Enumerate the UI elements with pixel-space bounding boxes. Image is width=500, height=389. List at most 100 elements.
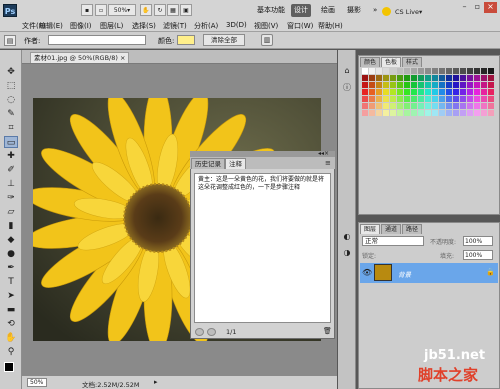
- tab-color[interactable]: 颜色: [360, 57, 381, 67]
- bridge-icon[interactable]: ▪: [81, 4, 93, 16]
- path-selection-tool-icon[interactable]: ➤: [4, 290, 18, 302]
- blend-mode-select[interactable]: 正常: [362, 236, 424, 246]
- layer-thumbnail: [374, 264, 392, 281]
- dodge-tool-icon[interactable]: ●: [4, 248, 18, 260]
- eraser-tool-icon[interactable]: ▱: [4, 206, 18, 218]
- adjustments-icon[interactable]: ◐: [341, 232, 353, 243]
- status-menu-icon[interactable]: ▸: [154, 378, 158, 386]
- 3d-rotate-tool-icon[interactable]: ⟲: [4, 318, 18, 330]
- delete-note-icon[interactable]: 🗑: [323, 327, 332, 335]
- shape-tool-icon[interactable]: ▬: [4, 304, 18, 316]
- author-input[interactable]: [48, 35, 146, 45]
- swatch-grid[interactable]: [362, 68, 496, 128]
- swatch: [439, 75, 445, 81]
- watermark-site: jb51.net: [424, 348, 486, 363]
- tab-channels[interactable]: 通道: [381, 224, 402, 234]
- document-tab[interactable]: 素材01.jpg @ 50%(RGB/8) ×: [30, 52, 130, 63]
- arrange-docs-icon[interactable]: ▦: [167, 4, 179, 16]
- tab-layers[interactable]: 图层: [360, 224, 381, 234]
- gradient-tool-icon[interactable]: ▮: [4, 220, 18, 232]
- workspace-more[interactable]: »: [370, 4, 380, 17]
- swatch: [439, 96, 445, 102]
- swatch: [362, 110, 368, 116]
- close-icon[interactable]: ×: [484, 2, 497, 13]
- notes-tool-icon[interactable]: ▭: [4, 136, 18, 148]
- marquee-tool-icon[interactable]: ⬚: [4, 80, 18, 92]
- swatch: [453, 82, 459, 88]
- screen-mode-icon[interactable]: ▣: [180, 4, 192, 16]
- info-icon[interactable]: ⓘ: [341, 82, 353, 93]
- swatch: [460, 75, 466, 81]
- healing-brush-tool-icon[interactable]: ✚: [4, 150, 18, 162]
- note-color-swatch[interactable]: [177, 35, 195, 45]
- layer-visibility-icon[interactable]: 👁: [362, 268, 372, 277]
- swatch: [467, 89, 473, 95]
- tab-styles[interactable]: 样式: [402, 57, 423, 67]
- type-tool-icon[interactable]: T: [4, 276, 18, 288]
- note-tool-preset-icon[interactable]: ▤: [4, 35, 16, 46]
- menu-layer[interactable]: 图层(L): [100, 21, 123, 31]
- pen-tool-icon[interactable]: ✒: [4, 262, 18, 274]
- swatch: [376, 89, 382, 95]
- swatch: [418, 103, 424, 109]
- next-note-icon[interactable]: [207, 328, 216, 336]
- workspace-essentials[interactable]: 基本功能: [254, 4, 288, 17]
- note-text-area[interactable]: 黄主：这是一朵黄色的花，我们将要做的就是将这朵花调整成红色的，一下是步骤注释: [194, 173, 331, 323]
- menu-window[interactable]: 窗口(W): [287, 21, 313, 31]
- menu-view[interactable]: 视图(V): [254, 21, 278, 31]
- cs-live-button[interactable]: CS Live▾: [395, 8, 422, 16]
- quick-select-tool-icon[interactable]: ✎: [4, 108, 18, 120]
- tab-swatches[interactable]: 色板: [381, 57, 402, 67]
- restore-icon[interactable]: ▫: [471, 2, 484, 13]
- blur-tool-icon[interactable]: ◆: [4, 234, 18, 246]
- workspace-photography[interactable]: 摄影: [344, 4, 364, 17]
- swatch: [411, 110, 417, 116]
- crop-tool-icon[interactable]: ⌗: [4, 122, 18, 134]
- swatch: [474, 103, 480, 109]
- previous-note-icon[interactable]: [195, 328, 204, 336]
- tab-history[interactable]: 历史记录: [191, 158, 225, 169]
- rotate-view-icon[interactable]: ↻: [154, 4, 166, 16]
- document-close-icon[interactable]: ×: [120, 54, 125, 62]
- foreground-color-swatch[interactable]: [4, 362, 14, 372]
- tab-notes[interactable]: 注释: [225, 158, 246, 169]
- lasso-tool-icon[interactable]: ◌: [4, 94, 18, 106]
- notes-panel-menu-icon[interactable]: ≡: [325, 159, 331, 167]
- swatch: [481, 82, 487, 88]
- navigator-icon[interactable]: ⌂: [341, 66, 353, 77]
- swatch: [481, 89, 487, 95]
- show-hide-notes-icon[interactable]: ▥: [261, 34, 273, 46]
- swatch: [362, 68, 368, 74]
- opacity-field[interactable]: 100%: [463, 236, 493, 246]
- fill-field[interactable]: 100%: [463, 250, 493, 260]
- tab-paths[interactable]: 路径: [402, 224, 423, 234]
- zoom-tool-icon[interactable]: ⚲: [4, 346, 18, 358]
- menu-analysis[interactable]: 分析(A): [194, 21, 218, 31]
- zoom-field[interactable]: 50%: [27, 378, 47, 387]
- clear-all-button[interactable]: 清除全部: [203, 34, 245, 46]
- menu-edit[interactable]: 编辑(E): [39, 21, 63, 31]
- zoom-select[interactable]: 50%▾: [108, 4, 136, 16]
- brush-tool-icon[interactable]: ✐: [4, 164, 18, 176]
- hand-icon[interactable]: ✋: [140, 4, 152, 16]
- menu-3d[interactable]: 3D(D): [226, 21, 247, 31]
- history-brush-tool-icon[interactable]: ✑: [4, 192, 18, 204]
- workspace-design[interactable]: 设计: [291, 4, 311, 17]
- layer-name[interactable]: 背景: [398, 269, 411, 279]
- masks-icon[interactable]: ◑: [341, 248, 353, 259]
- menu-filter[interactable]: 滤镜(T): [163, 21, 187, 31]
- swatch: [397, 68, 403, 74]
- minimize-icon[interactable]: –: [458, 2, 471, 13]
- menu-image[interactable]: 图像(I): [70, 21, 92, 31]
- swatch: [439, 68, 445, 74]
- workspace-painting[interactable]: 绘画: [318, 4, 338, 17]
- swatch: [376, 103, 382, 109]
- swatch: [453, 103, 459, 109]
- clone-stamp-tool-icon[interactable]: ⊥: [4, 178, 18, 190]
- move-tool-icon[interactable]: ✥: [4, 66, 18, 78]
- menu-select[interactable]: 选择(S): [132, 21, 156, 31]
- menu-help[interactable]: 帮助(H): [318, 21, 343, 31]
- swatch: [474, 96, 480, 102]
- hand-tool-icon[interactable]: ✋: [4, 332, 18, 344]
- mini-bridge-icon[interactable]: ▫: [95, 4, 107, 16]
